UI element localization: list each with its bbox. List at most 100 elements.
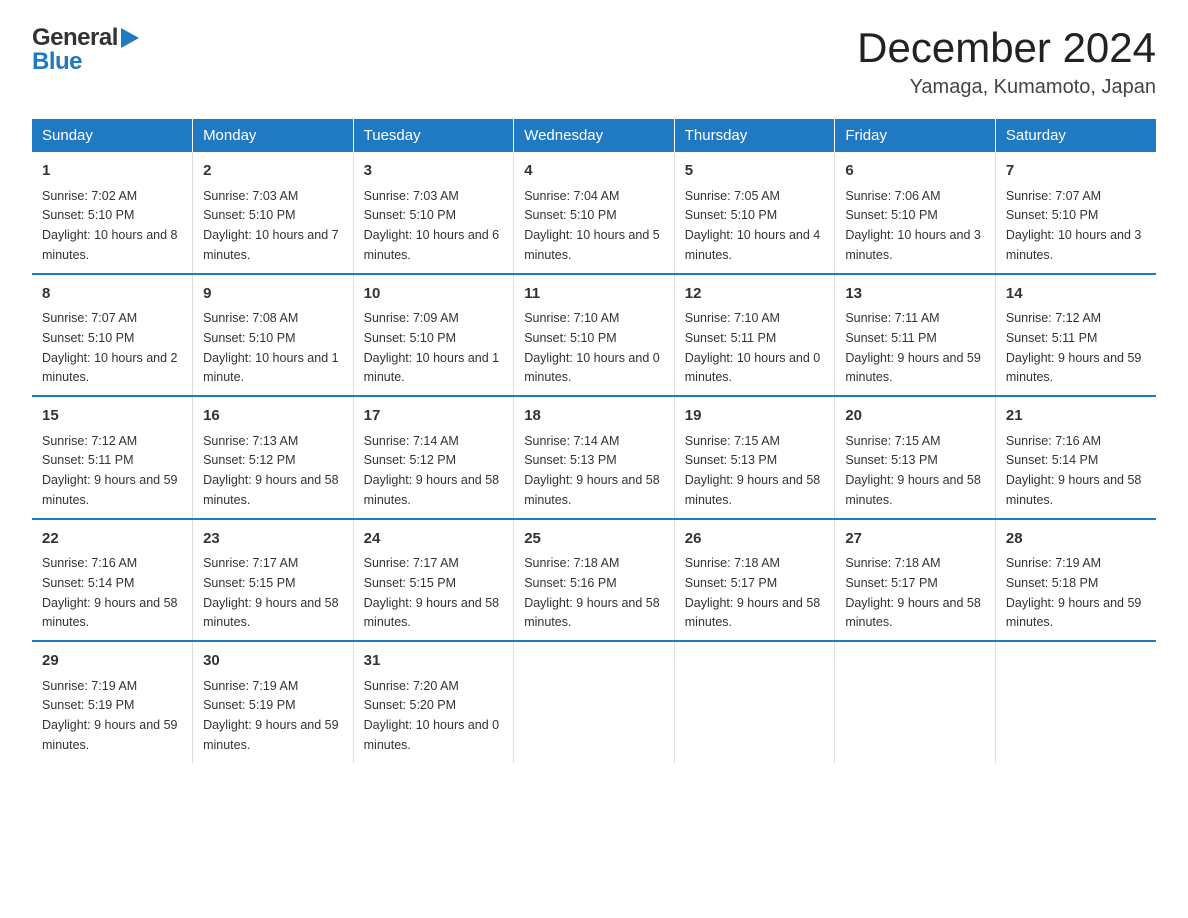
day-info: Sunrise: 7:19 AMSunset: 5:18 PMDaylight:… [1006, 556, 1142, 629]
calendar-cell: 19 Sunrise: 7:15 AMSunset: 5:13 PMDayligh… [674, 396, 835, 519]
calendar-cell: 3Sunrise: 7:03 AMSunset: 5:10 PMDaylight… [353, 152, 514, 274]
logo-blue-text: Blue [32, 48, 139, 76]
day-number: 2 [203, 160, 343, 183]
col-saturday: Saturday [995, 119, 1156, 152]
day-number: 12 [685, 283, 825, 306]
day-info: Sunrise: 7:03 AMSunset: 5:10 PMDaylight:… [203, 189, 339, 262]
day-number: 18 [524, 405, 664, 428]
calendar-cell: 13 Sunrise: 7:11 AMSunset: 5:11 PMDayligh… [835, 274, 996, 397]
calendar-cell [674, 641, 835, 763]
week-row-5: 29Sunrise: 7:19 AMSunset: 5:19 PMDayligh… [32, 641, 1156, 763]
page-subtitle: Yamaga, Kumamoto, Japan [857, 76, 1156, 99]
page-title: December 2024 [857, 24, 1156, 72]
day-info: Sunrise: 7:08 AMSunset: 5:10 PMDaylight:… [203, 311, 339, 384]
day-number: 31 [364, 650, 504, 673]
day-number: 24 [364, 528, 504, 551]
day-number: 13 [845, 283, 985, 306]
day-number: 28 [1006, 528, 1146, 551]
logo-arrow-icon [121, 28, 139, 48]
day-info: Sunrise: 7:16 AMSunset: 5:14 PMDaylight:… [1006, 434, 1142, 507]
title-block: December 2024 Yamaga, Kumamoto, Japan [857, 24, 1156, 99]
calendar-cell: 9 Sunrise: 7:08 AMSunset: 5:10 PMDaylight… [193, 274, 354, 397]
day-info: Sunrise: 7:12 AMSunset: 5:11 PMDaylight:… [42, 434, 178, 507]
day-info: Sunrise: 7:11 AMSunset: 5:11 PMDaylight:… [845, 311, 981, 384]
day-info: Sunrise: 7:10 AMSunset: 5:10 PMDaylight:… [524, 311, 660, 384]
day-info: Sunrise: 7:17 AMSunset: 5:15 PMDaylight:… [364, 556, 500, 629]
col-monday: Monday [193, 119, 354, 152]
calendar-cell: 8 Sunrise: 7:07 AMSunset: 5:10 PMDaylight… [32, 274, 193, 397]
day-info: Sunrise: 7:18 AMSunset: 5:16 PMDaylight:… [524, 556, 660, 629]
day-info: Sunrise: 7:03 AMSunset: 5:10 PMDaylight:… [364, 189, 500, 262]
calendar-cell: 15 Sunrise: 7:12 AMSunset: 5:11 PMDayligh… [32, 396, 193, 519]
calendar-cell: 16 Sunrise: 7:13 AMSunset: 5:12 PMDayligh… [193, 396, 354, 519]
day-number: 23 [203, 528, 343, 551]
day-info: Sunrise: 7:18 AMSunset: 5:17 PMDaylight:… [685, 556, 821, 629]
day-info: Sunrise: 7:09 AMSunset: 5:10 PMDaylight:… [364, 311, 500, 384]
day-number: 16 [203, 405, 343, 428]
calendar-cell: 22 Sunrise: 7:16 AMSunset: 5:14 PMDayligh… [32, 519, 193, 642]
day-number: 11 [524, 283, 664, 306]
day-info: Sunrise: 7:15 AMSunset: 5:13 PMDaylight:… [845, 434, 981, 507]
day-number: 19 [685, 405, 825, 428]
calendar-cell: 28 Sunrise: 7:19 AMSunset: 5:18 PMDayligh… [995, 519, 1156, 642]
day-info: Sunrise: 7:12 AMSunset: 5:11 PMDaylight:… [1006, 311, 1142, 384]
col-thursday: Thursday [674, 119, 835, 152]
calendar-cell: 30Sunrise: 7:19 AMSunset: 5:19 PMDayligh… [193, 641, 354, 763]
calendar-cell: 1Sunrise: 7:02 AMSunset: 5:10 PMDaylight… [32, 152, 193, 274]
calendar-cell: 27 Sunrise: 7:18 AMSunset: 5:17 PMDayligh… [835, 519, 996, 642]
calendar-cell: 23 Sunrise: 7:17 AMSunset: 5:15 PMDayligh… [193, 519, 354, 642]
calendar-cell: 14 Sunrise: 7:12 AMSunset: 5:11 PMDayligh… [995, 274, 1156, 397]
calendar-cell: 17Sunrise: 7:14 AMSunset: 5:12 PMDayligh… [353, 396, 514, 519]
day-number: 10 [364, 283, 504, 306]
day-number: 26 [685, 528, 825, 551]
day-number: 20 [845, 405, 985, 428]
day-info: Sunrise: 7:05 AMSunset: 5:10 PMDaylight:… [685, 189, 821, 262]
calendar-body: 1Sunrise: 7:02 AMSunset: 5:10 PMDaylight… [32, 152, 1156, 763]
calendar-table: Sunday Monday Tuesday Wednesday Thursday… [32, 119, 1156, 763]
day-number: 30 [203, 650, 343, 673]
calendar-cell: 24 Sunrise: 7:17 AMSunset: 5:15 PMDayligh… [353, 519, 514, 642]
day-info: Sunrise: 7:07 AMSunset: 5:10 PMDaylight:… [42, 311, 178, 384]
calendar-cell: 12 Sunrise: 7:10 AMSunset: 5:11 PMDayligh… [674, 274, 835, 397]
day-info: Sunrise: 7:13 AMSunset: 5:12 PMDaylight:… [203, 434, 339, 507]
calendar-cell: 7 Sunrise: 7:07 AMSunset: 5:10 PMDaylight… [995, 152, 1156, 274]
calendar-cell: 4Sunrise: 7:04 AMSunset: 5:10 PMDaylight… [514, 152, 675, 274]
day-info: Sunrise: 7:17 AMSunset: 5:15 PMDaylight:… [203, 556, 339, 629]
calendar-cell [835, 641, 996, 763]
calendar-cell: 2 Sunrise: 7:03 AMSunset: 5:10 PMDaylight… [193, 152, 354, 274]
day-number: 15 [42, 405, 182, 428]
day-info: Sunrise: 7:10 AMSunset: 5:11 PMDaylight:… [685, 311, 821, 384]
day-info: Sunrise: 7:04 AMSunset: 5:10 PMDaylight:… [524, 189, 660, 262]
day-number: 22 [42, 528, 182, 551]
day-info: Sunrise: 7:15 AMSunset: 5:13 PMDaylight:… [685, 434, 821, 507]
calendar-cell: 11 Sunrise: 7:10 AMSunset: 5:10 PMDayligh… [514, 274, 675, 397]
day-number: 1 [42, 160, 182, 183]
day-info: Sunrise: 7:20 AMSunset: 5:20 PMDaylight:… [364, 679, 500, 752]
day-number: 14 [1006, 283, 1146, 306]
day-number: 8 [42, 283, 182, 306]
day-number: 29 [42, 650, 182, 673]
day-number: 17 [364, 405, 504, 428]
day-info: Sunrise: 7:06 AMSunset: 5:10 PMDaylight:… [845, 189, 981, 262]
calendar-cell: 21 Sunrise: 7:16 AMSunset: 5:14 PMDayligh… [995, 396, 1156, 519]
day-number: 7 [1006, 160, 1146, 183]
day-info: Sunrise: 7:14 AMSunset: 5:13 PMDaylight:… [524, 434, 660, 507]
day-info: Sunrise: 7:07 AMSunset: 5:10 PMDaylight:… [1006, 189, 1142, 262]
week-row-2: 8 Sunrise: 7:07 AMSunset: 5:10 PMDaylight… [32, 274, 1156, 397]
calendar-cell: 25Sunrise: 7:18 AMSunset: 5:16 PMDayligh… [514, 519, 675, 642]
calendar-cell: 6 Sunrise: 7:06 AMSunset: 5:10 PMDaylight… [835, 152, 996, 274]
col-friday: Friday [835, 119, 996, 152]
day-info: Sunrise: 7:18 AMSunset: 5:17 PMDaylight:… [845, 556, 981, 629]
calendar-cell: 5 Sunrise: 7:05 AMSunset: 5:10 PMDaylight… [674, 152, 835, 274]
day-number: 9 [203, 283, 343, 306]
week-row-4: 22 Sunrise: 7:16 AMSunset: 5:14 PMDayligh… [32, 519, 1156, 642]
day-number: 6 [845, 160, 985, 183]
calendar-cell: 26 Sunrise: 7:18 AMSunset: 5:17 PMDayligh… [674, 519, 835, 642]
week-row-3: 15 Sunrise: 7:12 AMSunset: 5:11 PMDayligh… [32, 396, 1156, 519]
week-row-1: 1Sunrise: 7:02 AMSunset: 5:10 PMDaylight… [32, 152, 1156, 274]
day-info: Sunrise: 7:16 AMSunset: 5:14 PMDaylight:… [42, 556, 178, 629]
day-number: 27 [845, 528, 985, 551]
day-number: 21 [1006, 405, 1146, 428]
calendar-cell: 18 Sunrise: 7:14 AMSunset: 5:13 PMDayligh… [514, 396, 675, 519]
day-number: 5 [685, 160, 825, 183]
